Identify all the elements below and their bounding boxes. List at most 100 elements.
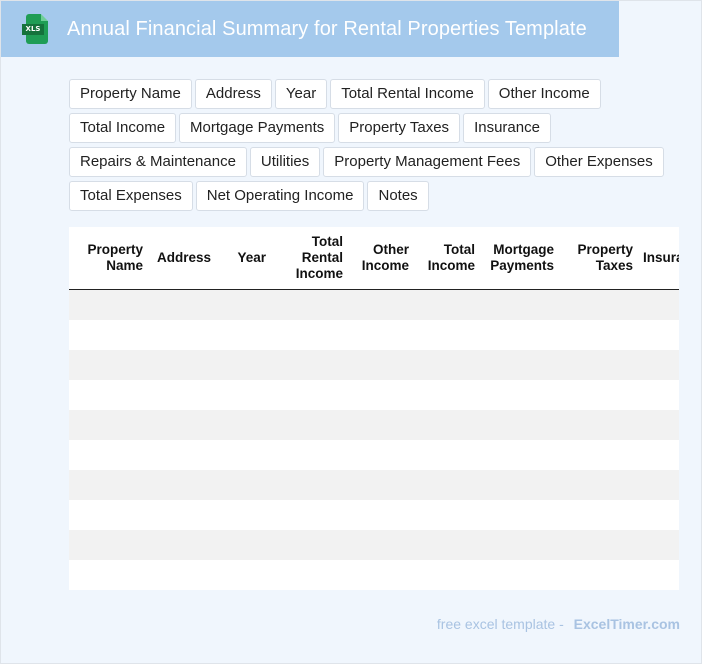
table-cell[interactable] <box>639 320 679 350</box>
table-cell[interactable] <box>69 470 149 500</box>
field-chip-year[interactable]: Year <box>274 79 328 109</box>
table-cell[interactable] <box>639 440 679 470</box>
table-cell[interactable] <box>639 470 679 500</box>
table-cell[interactable] <box>149 289 217 320</box>
field-chip-total-income[interactable]: Total Income <box>69 113 177 143</box>
table-cell[interactable] <box>349 289 415 320</box>
table-cell[interactable] <box>272 440 349 470</box>
table-cell[interactable] <box>560 289 639 320</box>
table-cell[interactable] <box>349 380 415 410</box>
table-cell[interactable] <box>415 410 481 440</box>
table-cell[interactable] <box>481 410 560 440</box>
table-cell[interactable] <box>639 380 679 410</box>
table-cell[interactable] <box>639 350 679 380</box>
table-cell[interactable] <box>560 410 639 440</box>
table-cell[interactable] <box>481 289 560 320</box>
table-cell[interactable] <box>481 320 560 350</box>
field-chip-utilities[interactable]: Utilities <box>249 147 321 177</box>
table-cell[interactable] <box>639 500 679 530</box>
table-cell[interactable] <box>272 470 349 500</box>
table-cell[interactable] <box>415 560 481 590</box>
table-cell[interactable] <box>217 320 272 350</box>
table-cell[interactable] <box>560 470 639 500</box>
table-cell[interactable] <box>415 289 481 320</box>
field-chip-property-name[interactable]: Property Name <box>69 79 192 109</box>
table-cell[interactable] <box>560 530 639 560</box>
table-cell[interactable] <box>481 380 560 410</box>
table-cell[interactable] <box>560 440 639 470</box>
field-chip-other-income[interactable]: Other Income <box>487 79 601 109</box>
table-container[interactable]: Property Name Address Year Total Rental Inc… <box>69 227 679 590</box>
field-chip-address[interactable]: Address <box>194 79 272 109</box>
table-cell[interactable] <box>272 560 349 590</box>
table-cell[interactable] <box>217 410 272 440</box>
field-chip-mortgage-payments[interactable]: Mortgage Payments <box>179 113 336 143</box>
table-cell[interactable] <box>349 500 415 530</box>
table-cell[interactable] <box>481 530 560 560</box>
field-chip-other-expenses[interactable]: Other Expenses <box>534 147 664 177</box>
table-cell[interactable] <box>149 380 217 410</box>
table-cell[interactable] <box>149 320 217 350</box>
table-cell[interactable] <box>149 350 217 380</box>
table-cell[interactable] <box>481 470 560 500</box>
table-cell[interactable] <box>272 530 349 560</box>
table-cell[interactable] <box>69 320 149 350</box>
field-chip-total-expenses[interactable]: Total Expenses <box>69 181 193 211</box>
field-chip-total-rental-income[interactable]: Total Rental Income <box>330 79 485 109</box>
table-cell[interactable] <box>560 320 639 350</box>
table-cell[interactable] <box>639 410 679 440</box>
table-cell[interactable] <box>349 410 415 440</box>
table-cell[interactable] <box>69 410 149 440</box>
table-cell[interactable] <box>217 470 272 500</box>
table-cell[interactable] <box>349 320 415 350</box>
table-cell[interactable] <box>560 350 639 380</box>
table-cell[interactable] <box>69 530 149 560</box>
table-cell[interactable] <box>560 500 639 530</box>
table-cell[interactable] <box>217 530 272 560</box>
table-cell[interactable] <box>69 440 149 470</box>
field-chip-net-operating-income[interactable]: Net Operating Income <box>195 181 365 211</box>
table-cell[interactable] <box>349 560 415 590</box>
table-cell[interactable] <box>149 470 217 500</box>
footer-brand-link[interactable]: ExcelTimer.com <box>574 616 680 632</box>
table-cell[interactable] <box>217 350 272 380</box>
table-cell[interactable] <box>481 500 560 530</box>
table-cell[interactable] <box>217 289 272 320</box>
table-cell[interactable] <box>415 320 481 350</box>
field-chip-insurance[interactable]: Insurance <box>463 113 551 143</box>
table-cell[interactable] <box>272 320 349 350</box>
table-cell[interactable] <box>217 380 272 410</box>
table-cell[interactable] <box>217 500 272 530</box>
table-cell[interactable] <box>149 440 217 470</box>
table-cell[interactable] <box>639 560 679 590</box>
table-cell[interactable] <box>349 530 415 560</box>
table-cell[interactable] <box>349 440 415 470</box>
table-cell[interactable] <box>69 500 149 530</box>
table-cell[interactable] <box>272 289 349 320</box>
table-cell[interactable] <box>272 380 349 410</box>
table-cell[interactable] <box>415 440 481 470</box>
field-chip-repairs-and-maintenance[interactable]: Repairs & Maintenance <box>69 147 247 177</box>
table-cell[interactable] <box>272 350 349 380</box>
table-cell[interactable] <box>349 350 415 380</box>
table-cell[interactable] <box>217 440 272 470</box>
table-cell[interactable] <box>415 530 481 560</box>
table-cell[interactable] <box>349 470 415 500</box>
table-cell[interactable] <box>560 380 639 410</box>
table-cell[interactable] <box>560 560 639 590</box>
table-cell[interactable] <box>639 530 679 560</box>
table-cell[interactable] <box>415 470 481 500</box>
field-chip-property-management-fees[interactable]: Property Management Fees <box>323 147 532 177</box>
table-cell[interactable] <box>481 440 560 470</box>
field-chip-property-taxes[interactable]: Property Taxes <box>338 113 461 143</box>
table-cell[interactable] <box>481 560 560 590</box>
field-chip-notes[interactable]: Notes <box>367 181 429 211</box>
table-cell[interactable] <box>149 560 217 590</box>
table-cell[interactable] <box>69 289 149 320</box>
table-cell[interactable] <box>149 530 217 560</box>
table-cell[interactable] <box>69 380 149 410</box>
table-cell[interactable] <box>639 289 679 320</box>
table-cell[interactable] <box>69 350 149 380</box>
table-cell[interactable] <box>481 350 560 380</box>
table-cell[interactable] <box>69 560 149 590</box>
